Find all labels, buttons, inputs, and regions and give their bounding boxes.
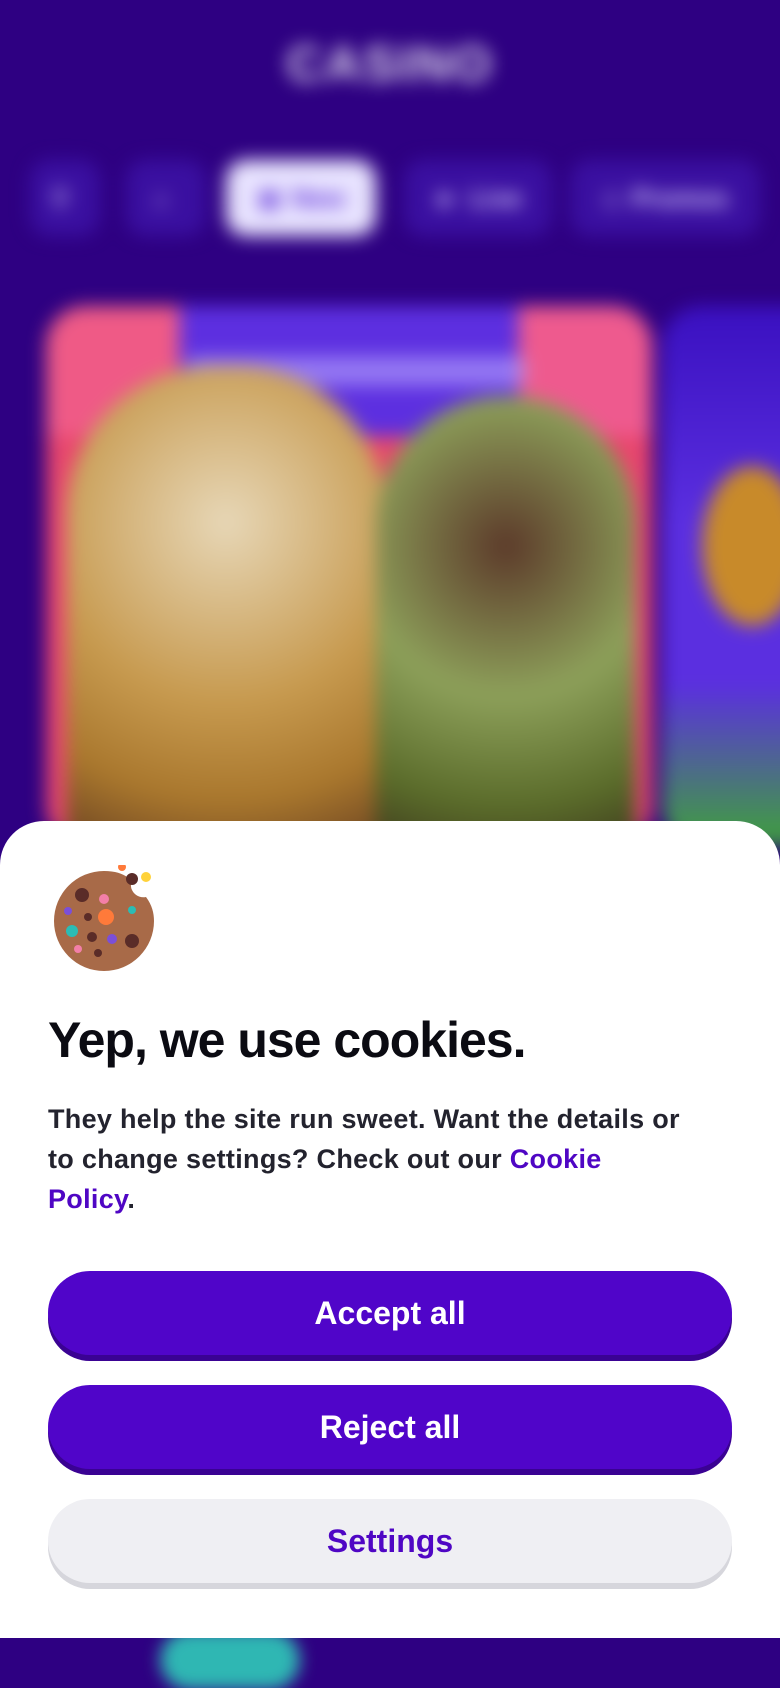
- reject-all-button[interactable]: Reject all: [48, 1385, 732, 1469]
- cookie-description-period: .: [127, 1184, 136, 1214]
- search-icon: ⚲: [50, 182, 70, 213]
- gift-icon: ◇: [601, 182, 622, 213]
- cookie-icon: [54, 865, 154, 971]
- site-logo: CASINO: [286, 36, 494, 92]
- cookie-title: Yep, we use cookies.: [48, 1012, 526, 1068]
- cookie-description: They help the site run sweet. Want the d…: [48, 1099, 688, 1219]
- nav-live: ► Live: [404, 160, 552, 236]
- category-nav: ⚲ ⌂ ▣ New ► Live ◇ Promos: [30, 160, 780, 236]
- accept-all-button[interactable]: Accept all: [48, 1271, 732, 1355]
- live-camera-icon: ►: [434, 182, 460, 213]
- nav-new: ▣ New: [226, 160, 376, 236]
- nav-promos: ◇ Promos: [570, 160, 760, 236]
- hero-banner-next: [662, 306, 780, 846]
- hero-character-right: [376, 396, 636, 846]
- bottom-nav-highlight: [160, 1630, 300, 1688]
- settings-button[interactable]: Settings: [48, 1499, 732, 1583]
- new-icon: ▣: [256, 182, 282, 213]
- nav-search: ⚲: [30, 160, 100, 236]
- bottom-nav-bar: [0, 1636, 780, 1688]
- cookie-consent-sheet: Yep, we use cookies. They help the site …: [0, 821, 780, 1638]
- nav-home: ⌂: [126, 160, 206, 236]
- home-icon: ⌂: [153, 182, 169, 213]
- hero-character-left: [66, 366, 386, 846]
- hero-next-art: [702, 466, 780, 626]
- hero-banner: [46, 306, 652, 846]
